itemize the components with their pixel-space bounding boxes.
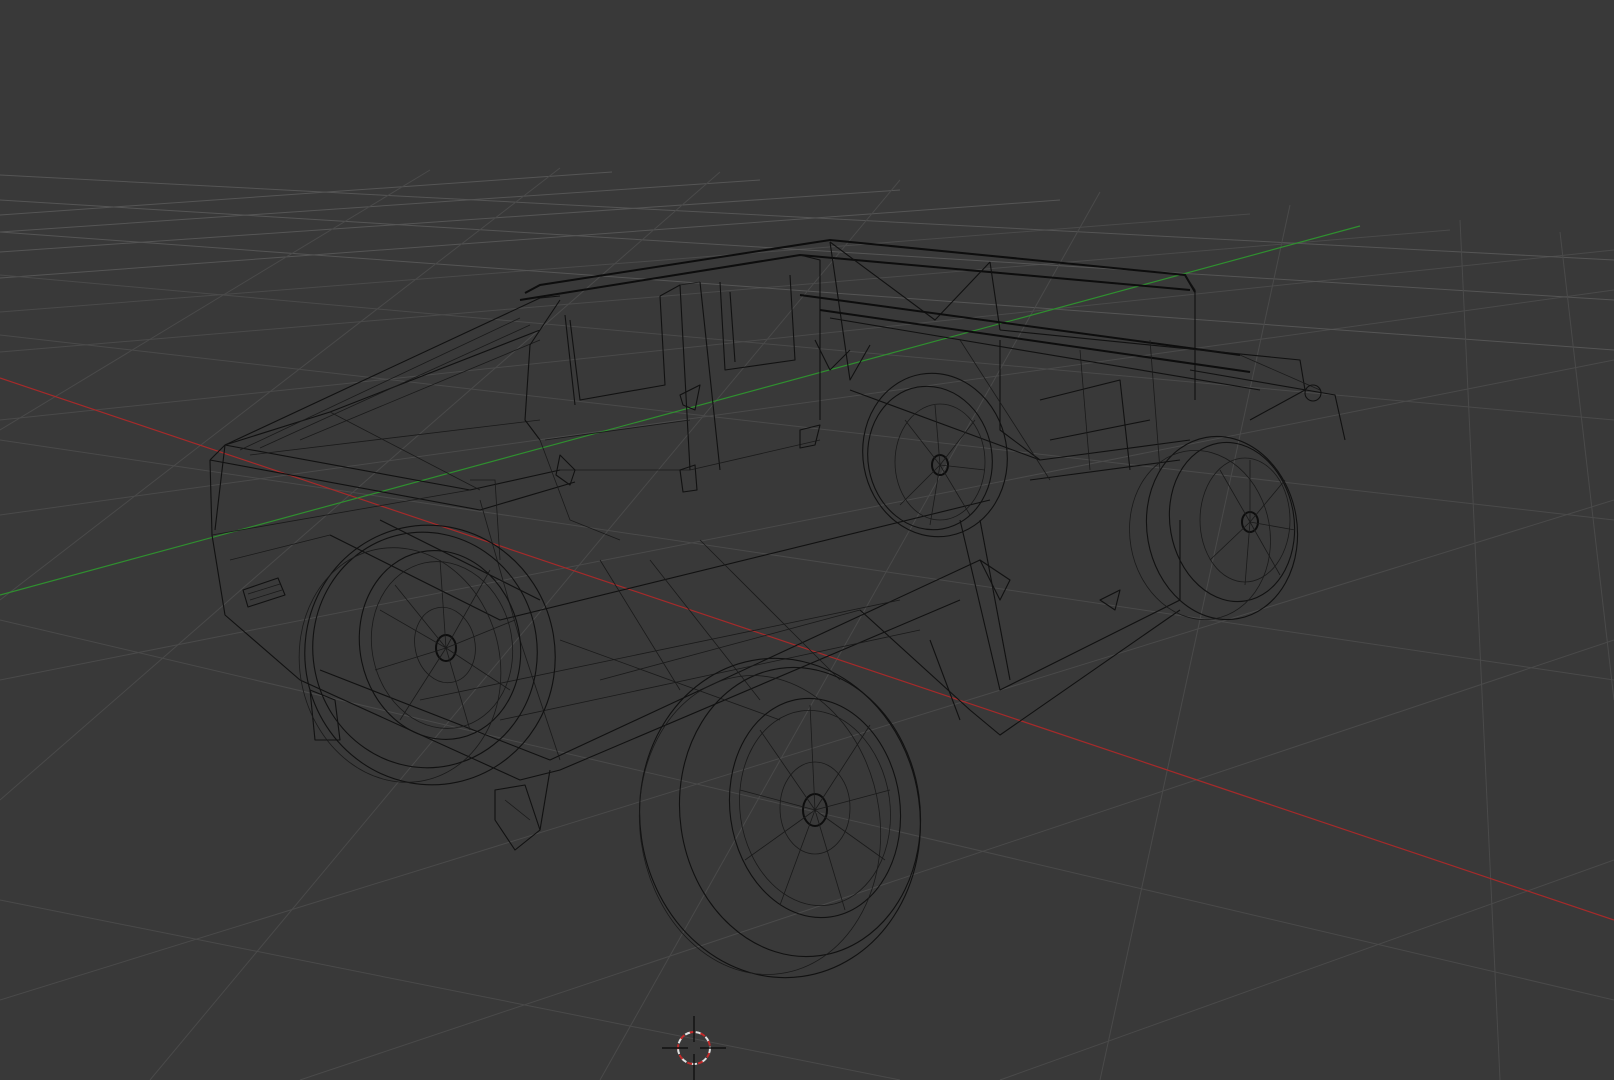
3d-viewport[interactable] <box>0 0 1614 1080</box>
x-axis-line <box>0 377 1614 921</box>
front-left-wheel-mesh <box>298 524 556 786</box>
front-right-wheel-mesh <box>638 657 922 979</box>
rear-left-wheel-mesh <box>862 372 1008 538</box>
rear-right-wheel-mesh <box>1129 435 1299 621</box>
3d-cursor-icon[interactable] <box>662 1016 726 1080</box>
viewport-canvas[interactable] <box>0 0 1614 1080</box>
